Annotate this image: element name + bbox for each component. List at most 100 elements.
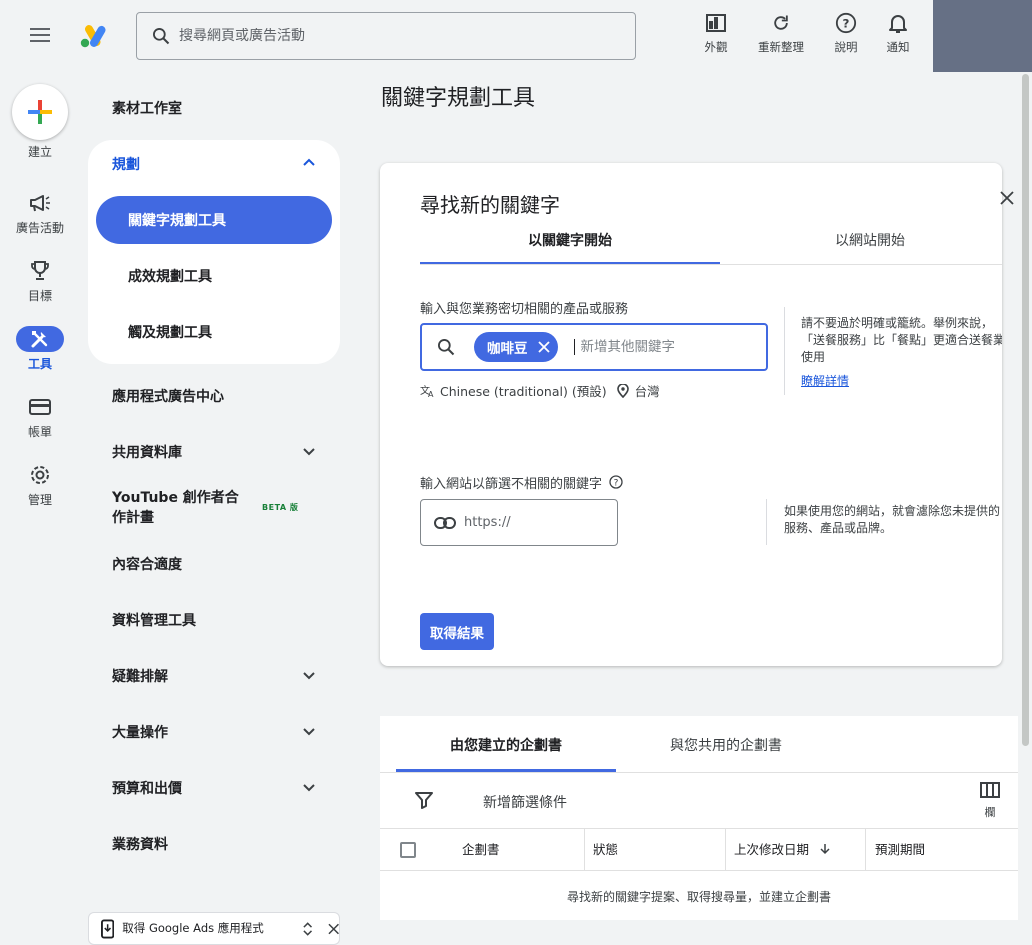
megaphone-icon — [16, 190, 64, 216]
scrollbar-thumb[interactable] — [1022, 74, 1029, 746]
divider — [766, 499, 767, 545]
top-app-bar: 外觀 重新整理 ? 說明 通知 — [0, 0, 1032, 72]
tab-plans-created-by-you[interactable]: 由您建立的企劃書 — [396, 728, 616, 772]
help-icon: ? — [816, 10, 876, 36]
search-input[interactable] — [179, 28, 599, 44]
divider — [784, 307, 785, 395]
close-card-button[interactable] — [1000, 190, 1014, 209]
help-label: 說明 — [834, 40, 858, 54]
nav-item-reach-planner[interactable]: 觸及規劃工具 — [96, 308, 332, 356]
filter-icon — [415, 792, 433, 809]
create-button[interactable] — [12, 84, 68, 140]
empty-state-message: 尋找新的關鍵字提案、取得搜尋量，並建立企劃書 — [566, 890, 831, 904]
svg-text:?: ? — [843, 17, 850, 31]
navigation-rail: 建立 廣告活動 目標 工具 帳單 管理 — [0, 72, 80, 945]
nav-item-keyword-planner[interactable]: 關鍵字規劃工具 — [96, 196, 332, 244]
help-icon[interactable]: ? — [609, 475, 623, 489]
rail-item-campaigns[interactable]: 廣告活動 — [0, 190, 80, 236]
nav-item-performance-planner[interactable]: 成效規劃工具 — [96, 252, 332, 300]
tab-start-with-website[interactable]: 以網站開始 — [720, 225, 1002, 265]
nav-item-bulk-actions[interactable]: 大量操作 — [88, 704, 340, 760]
close-icon[interactable] — [537, 341, 550, 353]
column-plan[interactable]: 企劃書 — [462, 829, 500, 871]
tools-icon — [16, 326, 64, 352]
nav-item-app-ads-hub[interactable]: 應用程式廣告中心 — [88, 368, 340, 424]
rail-item-billing[interactable]: 帳單 — [0, 394, 80, 440]
gear-icon — [16, 462, 64, 488]
divider — [725, 829, 726, 871]
translate-icon: 文A — [420, 384, 434, 398]
website-input[interactable] — [464, 515, 604, 530]
nav-item-budgets-bidding[interactable]: 預算和出價 — [88, 760, 340, 816]
search-bar[interactable] — [136, 12, 636, 60]
column-status[interactable]: 狀態 — [593, 829, 618, 871]
tab-plans-shared-with-you[interactable]: 與您共用的企劃書 — [616, 728, 836, 772]
columns-button[interactable]: 欄 — [976, 782, 1004, 820]
chevron-down-icon — [303, 672, 315, 680]
help-button[interactable]: ? 說明 — [816, 10, 876, 62]
close-icon[interactable] — [328, 923, 339, 935]
nav-label-performance-planner: 成效規劃工具 — [128, 269, 212, 285]
nav-label-data-manager: 資料管理工具 — [112, 613, 196, 629]
keywords-help-text: 請不要過於明確或籠統。舉例來說，「送餐服務」比「餐點」更適合送餐業使用 — [801, 316, 1002, 364]
trophy-icon — [16, 258, 64, 284]
rail-label-billing: 帳單 — [27, 425, 52, 439]
arrow-down-icon — [820, 844, 830, 855]
refresh-icon — [751, 10, 811, 36]
beta-badge: BETA 版 — [262, 503, 299, 512]
location-value: 台灣 — [634, 384, 660, 399]
select-all-checkbox[interactable] — [400, 842, 416, 858]
nav-label-asset-studio: 素材工作室 — [112, 101, 182, 117]
nav-item-content-suitability[interactable]: 內容合適度 — [88, 536, 340, 592]
credit-card-icon — [16, 394, 64, 420]
get-results-button[interactable]: 取得結果 — [420, 613, 494, 650]
keyword-chip[interactable]: 咖啡豆 — [474, 332, 558, 362]
keyword-input-box[interactable]: 咖啡豆 — [420, 323, 768, 371]
expand-icon[interactable] — [302, 920, 313, 938]
nav-item-business-data[interactable]: 業務資料 — [88, 816, 340, 872]
card-title: 尋找新的關鍵字 — [420, 193, 560, 217]
add-filter-button[interactable]: 新增篩選條件 — [483, 792, 567, 812]
notifications-button[interactable]: 通知 — [868, 10, 928, 62]
rail-item-admin[interactable]: 管理 — [0, 462, 80, 508]
website-input-box[interactable] — [420, 499, 618, 546]
main-menu-button[interactable] — [28, 24, 52, 48]
rail-item-goals[interactable]: 目標 — [0, 258, 80, 304]
rail-item-tools[interactable]: 工具 — [0, 326, 80, 372]
learn-more-link[interactable]: 瞭解詳情 — [801, 372, 849, 389]
filter-button[interactable] — [414, 791, 434, 813]
appearance-icon — [686, 10, 746, 36]
rail-label-campaigns: 廣告活動 — [15, 221, 64, 235]
google-ads-logo-icon[interactable] — [80, 24, 106, 48]
appearance-button[interactable]: 外觀 — [686, 10, 746, 62]
account-area[interactable] — [933, 0, 1032, 72]
products-label: 輸入與您業務密切相關的產品或服務 — [420, 302, 629, 317]
nav-item-asset-studio[interactable]: 素材工作室 — [88, 80, 340, 136]
rail-label-admin: 管理 — [27, 493, 52, 507]
nav-item-data-manager[interactable]: 資料管理工具 — [88, 592, 340, 648]
keyword-input[interactable] — [573, 339, 744, 355]
planning-group: 規劃 關鍵字規劃工具 成效規劃工具 觸及規劃工具 — [88, 140, 340, 364]
nav-label-reach-planner: 觸及規劃工具 — [128, 325, 212, 341]
nav-item-troubleshooting[interactable]: 疑難排解 — [88, 648, 340, 704]
nav-item-youtube-creator[interactable]: YouTube 創作者合作計畫 BETA 版 — [88, 482, 340, 534]
rail-label-goals: 目標 — [27, 289, 52, 303]
nav-label-keyword-planner: 關鍵字規劃工具 — [128, 213, 226, 229]
appearance-label: 外觀 — [704, 40, 728, 54]
refresh-button[interactable]: 重新整理 — [751, 10, 811, 62]
nav-label-app-ads-hub: 應用程式廣告中心 — [112, 389, 224, 405]
nav-label-troubleshooting: 疑難排解 — [112, 669, 168, 685]
page-scrollbar[interactable] — [1019, 72, 1032, 945]
language-location-row[interactable]: 文A Chinese (traditional) (預設) 台灣 — [420, 381, 660, 400]
close-icon — [1000, 191, 1014, 205]
column-forecast-period[interactable]: 預測期間 — [875, 829, 925, 871]
rail-label-tools: 工具 — [27, 357, 52, 371]
tab-start-with-keywords[interactable]: 以關鍵字開始 — [420, 225, 720, 265]
planning-header[interactable]: 規劃 — [88, 140, 340, 188]
get-app-banner[interactable]: 取得 Google Ads 應用程式 — [88, 912, 340, 945]
plans-panel: 由您建立的企劃書 與您共用的企劃書 新增篩選條件 欄 企劃書 狀態 上次修改日期… — [380, 716, 1018, 920]
nav-item-shared-library[interactable]: 共用資料庫 — [88, 424, 340, 480]
columns-icon — [980, 782, 1000, 798]
column-last-modified[interactable]: 上次修改日期 — [734, 829, 831, 871]
nav-label-budgets-bidding: 預算和出價 — [112, 781, 182, 797]
